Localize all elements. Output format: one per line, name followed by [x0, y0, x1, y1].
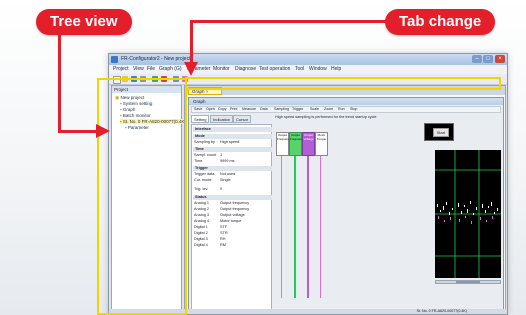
settings-panel: Interface Mode Sampling by High speed Ti…	[191, 124, 272, 310]
setting-label: Digital 4	[194, 243, 208, 247]
tab-highlight	[185, 77, 501, 90]
tree-view-arrow-head	[96, 124, 110, 138]
trace-scale-4	[320, 156, 321, 298]
graph-status-text: High speed sampling is performed for the…	[275, 115, 377, 119]
setting-value[interactable]: Output voltage	[220, 213, 245, 217]
graph-toolbar-print[interactable]: Print	[230, 107, 237, 111]
graph-toolbar-zoom[interactable]: Zoom	[324, 107, 333, 111]
graph-toolbar-measure[interactable]: Measure	[242, 107, 256, 111]
setting-value[interactable]: STR	[220, 231, 228, 235]
maximize-button[interactable]: □	[483, 55, 493, 63]
setting-label: Analog 2	[194, 207, 209, 211]
trace-scale-1	[281, 156, 282, 298]
graph-plot-area[interactable]	[435, 150, 501, 278]
setting-label: Trigger data	[194, 172, 215, 176]
setting-value[interactable]: Output frequency	[220, 207, 249, 211]
setting-label: Analog 3	[194, 213, 209, 217]
channel-2-box[interactable]: Output Frequency	[289, 132, 304, 156]
tree-view-highlight	[97, 78, 187, 315]
menu-graph[interactable]: Graph (G)	[159, 66, 182, 72]
setting-label: Time	[194, 159, 203, 163]
graph-toolbar-run[interactable]: Run	[338, 107, 345, 111]
tab-change-callout: Tab change	[385, 9, 496, 35]
setting-label: Analog 4	[194, 219, 209, 223]
graph-window: Graph Save Open Copy Print Measure Data …	[188, 97, 504, 311]
channel-4-box[interactable]: Motor Torque	[315, 132, 328, 156]
setting-value[interactable]: Output frequency	[220, 201, 249, 205]
setting-value[interactable]: High speed	[220, 140, 239, 144]
menu-monitor[interactable]: Monitor	[213, 66, 230, 72]
graph-toolbar-save[interactable]: Save	[194, 107, 202, 111]
tab-change-arrow-head	[184, 62, 198, 76]
document-area: Graph × Graph Save Open Copy Print Measu…	[184, 85, 506, 313]
setting-value[interactable]: Single	[220, 178, 231, 182]
close-button[interactable]: ×	[495, 55, 505, 63]
channel-3-box[interactable]: Output Voltage	[302, 132, 315, 156]
tree-view-callout: Tree view	[36, 9, 132, 35]
setting-value[interactable]: Not used	[220, 172, 235, 176]
menu-bar: Project View File Graph (G) Parameter Mo…	[109, 65, 507, 74]
setting-label: Trig. lev.	[194, 187, 209, 191]
start-button[interactable]: Start	[433, 128, 449, 137]
tree-view-arrow-line-h	[58, 130, 100, 133]
graph-toolbar-open[interactable]: Open	[206, 107, 215, 111]
menu-view[interactable]: View	[133, 66, 144, 72]
trace-scale-2	[294, 156, 296, 298]
menu-file[interactable]: File	[147, 66, 155, 72]
graph-traces	[435, 150, 501, 278]
setting-label: Digital 1	[194, 225, 208, 229]
minimize-button[interactable]: –	[472, 55, 482, 63]
graph-window-title: Graph	[189, 98, 503, 105]
channel-1-box[interactable]: Output Frequency	[276, 132, 291, 156]
app-icon	[111, 56, 118, 63]
trace-scale-3	[307, 156, 309, 298]
setting-value[interactable]: 9999 ms	[220, 159, 235, 163]
group-trigger: Trigger	[193, 166, 272, 171]
graph-toolbar-scale[interactable]: Scale	[310, 107, 319, 111]
graph-toolbar: Save Open Copy Print Measure Data Sampli…	[191, 106, 501, 113]
tab-setting[interactable]: Setting	[191, 115, 210, 123]
setting-value[interactable]: 0	[220, 187, 222, 191]
menu-test-operation[interactable]: Test operation	[259, 66, 290, 72]
menu-project[interactable]: Project	[113, 66, 129, 72]
setting-label: Digital 2	[194, 231, 208, 235]
setting-label: Analog 1	[194, 201, 209, 205]
setting-value[interactable]: STF	[220, 225, 227, 229]
graph-toolbar-trigger[interactable]: Trigger	[292, 107, 303, 111]
setting-label: Cur. mode	[194, 178, 212, 182]
graph-toolbar-sampling[interactable]: Sampling	[274, 107, 289, 111]
status-bar-text: St. No. 0 FR-A820-00077(0.4K)	[416, 309, 467, 313]
graph-toolbar-data[interactable]: Data	[260, 107, 268, 111]
group-status: Status	[193, 195, 272, 200]
start-panel: Start	[424, 123, 454, 141]
tab-change-arrow-line-h	[190, 20, 386, 23]
setting-label: Digital 3	[194, 237, 208, 241]
window-title: FR-Configurator2 - New project	[121, 56, 191, 62]
setting-value[interactable]: RM	[220, 243, 226, 247]
tree-view-arrow-line	[58, 35, 61, 133]
tab-cursor[interactable]: Cursor	[233, 115, 252, 123]
graph-toolbar-stop[interactable]: Stop	[350, 107, 357, 111]
tab-indication[interactable]: Indication	[210, 115, 234, 123]
graph-toolbar-copy[interactable]: Copy	[218, 107, 226, 111]
menu-window[interactable]: Window	[309, 66, 327, 72]
group-mode: Mode	[193, 134, 272, 139]
setting-value[interactable]: RH	[220, 237, 225, 241]
tab-change-arrow-line-v	[190, 20, 193, 64]
menu-tool[interactable]: Tool	[295, 66, 304, 72]
graph-scrollbar[interactable]	[435, 280, 501, 284]
setting-value[interactable]: 1	[220, 153, 222, 157]
group-interface: Interface	[193, 127, 272, 132]
title-bar: FR-Configurator2 - New project – □ ×	[109, 54, 507, 65]
group-time: Time	[193, 147, 272, 152]
graph-scrollbar-thumb[interactable]	[456, 281, 480, 283]
setting-label: Sampling by	[194, 140, 215, 144]
menu-help[interactable]: Help	[331, 66, 341, 72]
setting-label: Sampl. count	[194, 153, 217, 157]
menu-diagnose[interactable]: Diagnose	[235, 66, 256, 72]
setting-value[interactable]: Motor torque	[220, 219, 242, 223]
